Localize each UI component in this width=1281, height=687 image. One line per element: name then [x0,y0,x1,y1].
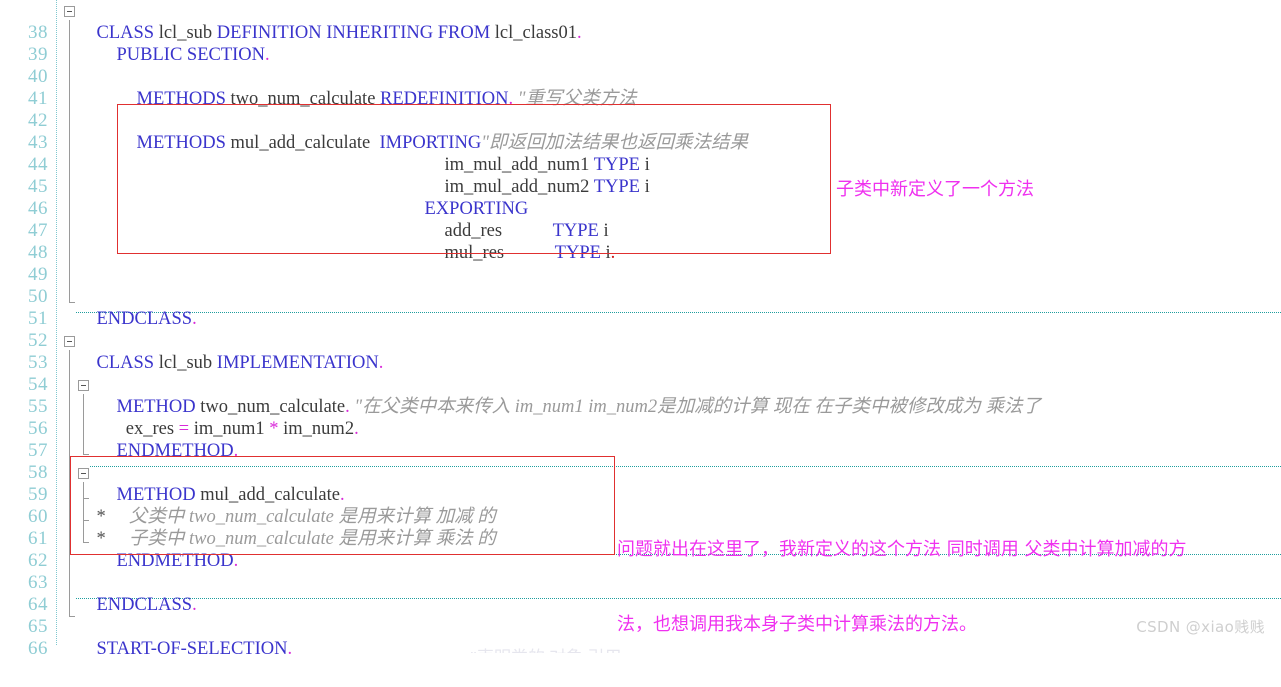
token-identifier: mul_add_calculate [225,133,380,153]
token-keyword: TYPE [554,243,601,263]
annotation-problem-line1: 问题就出在这里了，我新定义的这个方法 同时调用 父类中计算加减的方 [617,539,1187,560]
token-period: . [233,441,239,461]
token-identifier: lcl_sub [154,353,217,373]
structure-tick [69,616,75,617]
token-keyword: TYPE [593,177,640,197]
csdn-watermark: CSDN @xiao贱贱 [1136,618,1265,636]
token-keyword: IMPLEMENTATION [216,353,379,373]
code-line-66[interactable]: START-OF-SELECTION. [78,616,293,682]
annotation-new-method: 子类中新定义了一个方法 [836,179,1034,200]
token-identifier: lcl_class01 [490,23,577,43]
token-keyword: ENDMETHOD [116,551,234,571]
token-keyword: PUBLIC SECTION [116,45,266,65]
token-period: . [378,353,384,373]
annotation-problem: 问题就出在这里了，我新定义的这个方法 同时调用 父类中计算加减的方 法，也想调用… [617,487,1186,687]
token-period: . [287,639,293,659]
statement-separator [76,312,1281,313]
fold-toggle-class-implementation[interactable] [64,336,75,347]
token-keyword: ENDCLASS [96,309,193,329]
token-period: . [233,551,239,571]
token-period: . [265,45,270,65]
token-operator: * [269,419,279,439]
token-period: . [576,23,582,43]
token-type: i [639,177,650,197]
structure-line [69,350,70,616]
token-period: . [192,595,197,615]
token-keyword: ENDMETHOD [116,441,234,461]
fold-toggle-method-mul-add[interactable] [78,468,89,479]
token-keyword: METHODS [136,89,226,109]
structure-line [69,20,70,302]
structure-tick [83,454,89,455]
token-period: . [354,419,359,439]
token-comment: "重写父类方法 [513,89,637,109]
token-keyword: METHODS [136,133,226,153]
token-keyword: REDEFINITION [380,89,509,109]
token-comment: "在父类中本来传入 im_num1 im_num2是加减的计算 现在 在子类中被… [349,397,1042,417]
token-period: . [610,243,616,263]
token-identifier: im_num2 [278,419,355,439]
token-keyword: ENDCLASS [96,595,193,615]
token-type: i [600,243,611,263]
structure-tick [69,302,75,303]
fold-toggle-class-definition[interactable] [64,6,75,17]
annotation-problem-line2: 法，也想调用我本身子类中计算乘法的方法。 [617,614,977,635]
token-identifier: mul_res [444,243,555,263]
structure-line [83,394,84,454]
token-identifier: two_num_calculate [225,89,381,109]
code-line-48[interactable]: mul_res TYPE i. [426,220,616,286]
token-keyword: START-OF-SELECTION [96,639,288,659]
token-period: . [192,309,197,329]
line-number: 66 [28,638,48,659]
token-keyword: CLASS [96,353,155,373]
code-editor[interactable]: 38 39 40 41 42 43 44 45 46 47 48 49 50 5… [0,0,1281,659]
